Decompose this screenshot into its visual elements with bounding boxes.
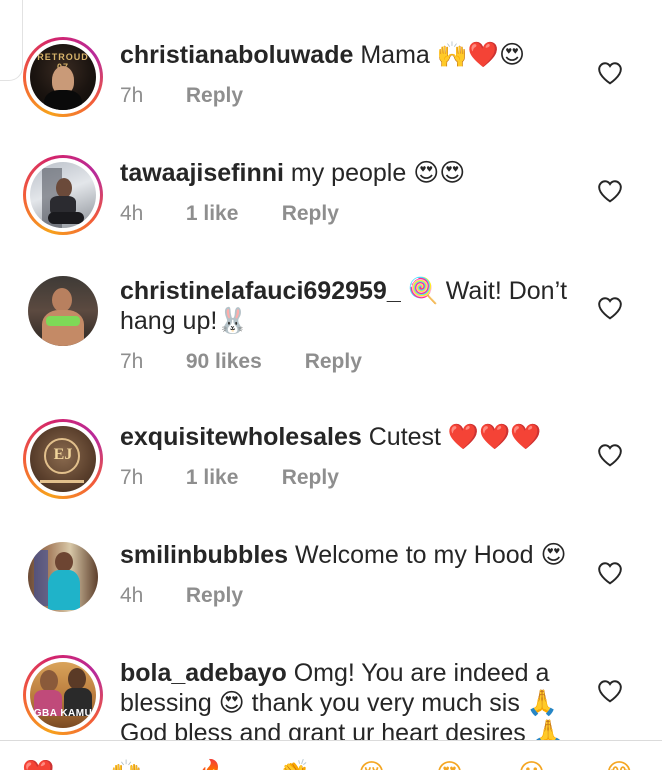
reply-button[interactable]: Reply — [282, 202, 339, 226]
comment-body: Cutest ❤️❤️❤️ — [368, 423, 542, 451]
reply-button[interactable]: Reply — [282, 466, 339, 490]
heart-outline-icon[interactable] — [597, 561, 623, 585]
heart-outline-icon[interactable] — [597, 679, 623, 703]
comment-text: smilinbubbles Welcome to my Hood 😍 — [120, 540, 580, 570]
comment-username[interactable]: exquisitewholesales — [120, 423, 362, 451]
comment-meta: 4h 1 like Reply — [120, 202, 339, 226]
comment-text: tawaajisefinni my people 😍😍 — [120, 158, 580, 188]
comment-likes[interactable]: 1 like — [186, 202, 276, 226]
heart-outline-icon[interactable] — [597, 61, 623, 85]
comment-time: 7h — [120, 350, 144, 373]
avatar-story-ring[interactable]: RETROUD 07 — [23, 37, 103, 117]
emoji-surprised-button[interactable]: 😮 — [518, 759, 545, 770]
heart-outline-icon[interactable] — [597, 179, 623, 203]
avatar — [30, 162, 96, 228]
comment-likes[interactable]: 1 like — [186, 466, 276, 490]
avatar-caption: GBA KAMU — [33, 708, 93, 719]
reply-button[interactable]: Reply — [186, 584, 243, 608]
emoji-heart-button[interactable]: ❤️ — [22, 759, 54, 770]
comment-time: 4h — [120, 202, 144, 225]
heart-outline-icon[interactable] — [597, 296, 623, 320]
emoji-clap-button[interactable]: 👏 — [278, 759, 310, 770]
comment-text: bola_adebayo Omg! You are indeed a bless… — [120, 658, 580, 740]
comment-time: 7h — [120, 84, 144, 107]
comment-username[interactable]: tawaajisefinni — [120, 159, 284, 187]
comment-body: Mama 🙌❤️😍 — [360, 41, 526, 69]
comment-text: exquisitewholesales Cutest ❤️❤️❤️ — [120, 422, 580, 452]
comment-meta: 7h 90 likes Reply — [120, 350, 362, 374]
avatar: EJ — [30, 426, 96, 492]
avatar-caption: EJ — [53, 446, 73, 463]
comment-username[interactable]: smilinbubbles — [120, 541, 288, 569]
comment-time: 7h — [120, 466, 144, 489]
emoji-heart-eyes-button[interactable]: 😍 — [436, 759, 463, 770]
comment-time: 4h — [120, 584, 144, 607]
emoji-crying-button[interactable]: 😢 — [358, 759, 385, 770]
emoji-fire-button[interactable]: 🔥 — [196, 759, 228, 770]
comment-meta: 4h Reply — [120, 584, 243, 608]
comment-text: christianaboluwade Mama 🙌❤️😍 — [120, 40, 580, 70]
comment-likes[interactable]: 90 likes — [186, 350, 299, 374]
comment-username[interactable]: bola_adebayo — [120, 659, 287, 687]
comment-meta: 7h 1 like Reply — [120, 466, 339, 490]
avatar-story-ring[interactable]: EJ — [23, 419, 103, 499]
comment-meta: 7h Reply — [120, 84, 243, 108]
previous-panel-edge — [0, 0, 23, 81]
avatar: RETROUD 07 — [30, 44, 96, 110]
avatar: GBA KAMU — [30, 662, 96, 728]
avatar[interactable] — [28, 542, 98, 612]
avatar-story-ring[interactable] — [23, 155, 103, 235]
reply-button[interactable]: Reply — [305, 350, 362, 374]
comment-username[interactable]: christinelafauci692959_ — [120, 277, 401, 305]
emoji-raised-hands-button[interactable]: 🙌 — [110, 759, 142, 770]
avatar-story-ring[interactable]: GBA KAMU — [23, 655, 103, 735]
heart-outline-icon[interactable] — [597, 443, 623, 467]
emoji-laughing-button[interactable]: 😂 — [604, 759, 634, 770]
comment-username[interactable]: christianaboluwade — [120, 41, 353, 69]
comment-text: christinelafauci692959_ 🍭 Wait! Don’t ha… — [120, 276, 580, 336]
comment-body: Welcome to my Hood 😍 — [295, 541, 567, 569]
avatar[interactable] — [28, 276, 98, 346]
reply-button[interactable]: Reply — [186, 84, 243, 108]
comment-body: my people 😍😍 — [290, 159, 466, 187]
emoji-reaction-tray: ❤️ 🙌 🔥 👏 😢 😍 😮 😂 — [0, 740, 662, 770]
